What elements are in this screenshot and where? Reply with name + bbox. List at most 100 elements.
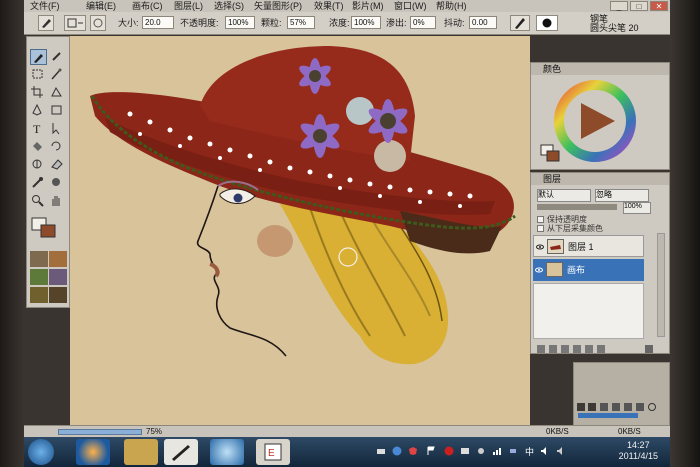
network-tray-icon[interactable] [376,446,386,456]
layers-scrollbar[interactable] [657,233,665,337]
menu-effects[interactable]: 效果(T) [314,0,344,12]
pen-nib-icon[interactable] [510,15,530,31]
navigator-tools [576,399,666,411]
composite-depth-select[interactable]: 忽略 [595,189,649,202]
layers-panel: 图层 默认 忽略 100% 保持透明度 从下层采集颜色 图层 1 画布 [530,172,670,354]
zoom-level: 75% [146,427,163,436]
svg-text:T: T [33,122,41,135]
taskbar-clock[interactable]: 14:27 2011/4/15 [619,440,658,462]
layer-row[interactable]: 画布 [533,259,644,281]
layer-row[interactable]: 图层 1 [533,235,644,257]
opacity-label: 不透明度: [180,18,219,28]
folder-taskbar-icon[interactable] [124,439,158,465]
menu-window[interactable]: 窗口(W) [394,0,427,12]
media-taskbar-icon[interactable] [210,439,244,465]
drawing-canvas[interactable] [70,36,530,425]
stroke-option-icon[interactable] [90,15,106,31]
look-library-icon[interactable] [30,287,48,303]
antivirus-tray-icon[interactable] [444,446,454,456]
pen-icon[interactable] [30,103,47,119]
layer-thumbnail [546,262,563,277]
brush-tool-icon[interactable] [38,15,54,31]
face-profile [196,185,287,357]
bleed-field[interactable]: 0% [410,16,436,29]
nozzle-library-icon[interactable] [49,287,67,303]
monitor-tray-icon[interactable] [460,446,470,456]
shield-tray-icon[interactable] [408,446,418,456]
size-label: 大小: [118,18,139,28]
menu-canvas[interactable]: 画布(C) [132,0,163,12]
eye-icon[interactable] [535,266,543,274]
document-taskbar-icon[interactable]: E [256,439,290,465]
pick-up-color-checkbox[interactable] [537,225,544,232]
ime-tray-icon[interactable]: 中 [524,446,534,456]
help-tray-icon[interactable] [392,446,402,456]
menu-file[interactable]: 文件(F) [30,0,60,12]
reset-tool-icon[interactable] [64,15,86,31]
speaker-tray-icon[interactable] [556,446,566,456]
brush-dab-icon[interactable] [536,15,558,31]
lips [209,262,220,278]
clock-time: 14:27 [627,440,650,450]
jitter-field[interactable]: 0.00 [469,16,497,29]
color-wheel[interactable] [531,75,671,171]
grain-label: 颗粒: [261,18,282,28]
menu-help[interactable]: 帮助(H) [436,0,467,12]
preserve-transparency-checkbox[interactable] [537,216,544,223]
menu-movie[interactable]: 影片(M) [352,0,384,12]
eraser-icon[interactable] [49,157,66,173]
density-field[interactable]: 100% [351,16,381,29]
shape-icon[interactable] [49,103,66,119]
restore-button[interactable]: □ [630,1,648,11]
grain-field[interactable]: 57% [287,16,315,29]
color-swatch-icon[interactable] [31,217,57,239]
menu-vector[interactable]: 矢量图形(P) [254,0,302,12]
paper-library-icon[interactable] [30,251,48,267]
paint-bucket-icon[interactable] [30,139,47,155]
eyedropper-icon[interactable] [30,175,47,191]
power-tray-icon[interactable] [508,446,518,456]
layer-name: 图层 1 [568,242,594,252]
rotate-icon[interactable] [49,139,66,155]
brush-icon[interactable] [30,49,47,65]
text-icon[interactable]: T [30,121,47,137]
pick-up-color-label: 从下层采集颜色 [547,224,603,233]
opacity-field[interactable]: 100% [225,16,255,29]
layer-commands [535,341,667,353]
close-button[interactable]: ✕ [650,1,668,11]
flag-tray-icon[interactable] [426,446,436,456]
start-button[interactable] [28,439,54,465]
dropper-icon[interactable] [49,49,66,65]
menu-select[interactable]: 选择(S) [214,0,244,12]
gradient-library-icon[interactable] [49,251,67,267]
menu-layer[interactable]: 图层(L) [174,0,203,12]
wifi-tray-icon[interactable] [492,446,502,456]
pattern-library-icon[interactable] [30,269,48,285]
zoom-slider[interactable] [58,429,142,435]
blend-icon[interactable] [49,175,66,191]
layer-opacity-field[interactable]: 100% [623,202,651,214]
brush-variant[interactable]: 圆头尖笔 20 [590,23,639,33]
jitter-label: 抖动: [444,18,465,28]
arrow-icon[interactable] [49,121,66,137]
composite-method-select[interactable]: 默认 [537,189,591,202]
size-field[interactable]: 20.0 [142,16,174,29]
weave-library-icon[interactable] [49,269,67,285]
menu-edit[interactable]: 编辑(E) [86,0,116,12]
navigator-zoom-slider[interactable] [578,413,638,418]
magnifier-icon[interactable] [30,193,47,209]
rect-select-icon[interactable] [30,67,47,83]
opacity-slider[interactable] [537,204,617,210]
hand-icon[interactable] [49,193,66,209]
eye-icon[interactable] [536,243,544,251]
painter-taskbar-icon[interactable] [164,439,198,465]
crop-icon[interactable] [30,85,47,101]
browser-taskbar-icon[interactable] [76,439,110,465]
settings-tray-icon[interactable] [476,446,486,456]
minimize-button[interactable]: _ [610,1,628,11]
clone-icon[interactable] [30,157,47,173]
volume-tray-icon[interactable] [540,446,550,456]
transform-icon[interactable] [49,85,66,101]
net-down-speed: 0KB/S [546,427,569,436]
magic-wand-icon[interactable] [49,67,66,83]
